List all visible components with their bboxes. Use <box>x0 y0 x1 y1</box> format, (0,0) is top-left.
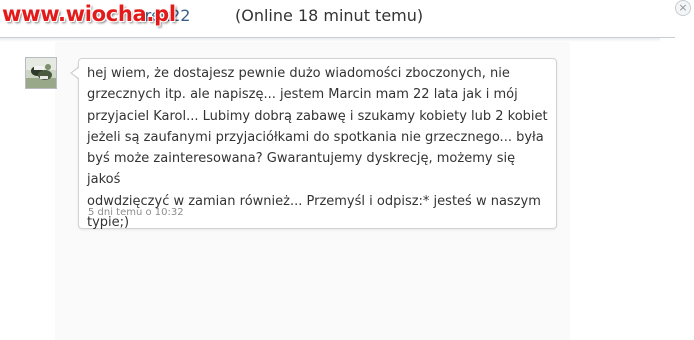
site-watermark: www.wiocha.pl <box>2 2 176 26</box>
bubble-tail-inner <box>72 67 80 79</box>
online-status-text: (Online 18 minut temu) <box>235 6 424 25</box>
avatar[interactable] <box>25 57 57 89</box>
close-icon[interactable]: × <box>675 0 691 16</box>
user-avatar-photo-icon <box>26 58 56 88</box>
message-timestamp: 5 dni temu o 10:32 <box>88 207 184 218</box>
